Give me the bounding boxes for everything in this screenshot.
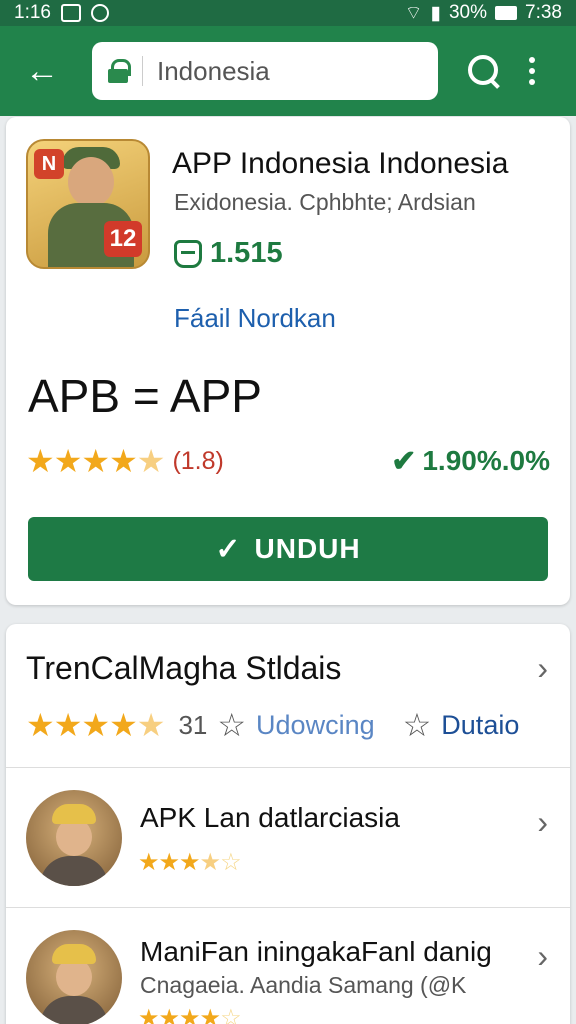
star-half-icon: ★	[199, 849, 221, 876]
star-filled-icon: ★	[158, 849, 180, 876]
section-header[interactable]: TrenCalMagha Stldais › ★ ★ ★ ★ ★ 31 ☆ Udowci…	[6, 624, 570, 768]
star-filled-icon: ★	[199, 1005, 221, 1024]
verified-text: 1.90%.0%	[422, 445, 550, 476]
related-apps-card: TrenCalMagha Stldais › ★ ★ ★ ★ ★ 31 ☆ Udowci…	[6, 624, 570, 1024]
star-filled-icon: ★	[53, 707, 83, 743]
check-icon: ✓	[215, 532, 241, 566]
tab-details[interactable]: Dutaio	[441, 710, 519, 741]
search-icon[interactable]	[462, 49, 506, 93]
section-title: TrenCalMagha Stldais	[26, 650, 342, 686]
url-field[interactable]: Indonesia	[92, 42, 438, 100]
more-vert-icon[interactable]	[520, 49, 544, 93]
star-outline-icon: ☆	[217, 707, 247, 743]
icon-badge-12: 12	[104, 221, 142, 257]
star-filled-icon: ★	[109, 707, 138, 743]
chevron-right-icon[interactable]: ›	[537, 650, 548, 687]
verified-badge: ✔ 1.90%.0%	[391, 444, 550, 479]
status-time-right: 7:38	[525, 2, 562, 23]
lock-icon	[108, 59, 131, 83]
section-count: 31	[178, 709, 208, 740]
star-empty-icon: ☆	[220, 1005, 241, 1024]
item-rating-stars: ★★★★☆	[138, 1004, 242, 1024]
tab-upcoming[interactable]: Udowcing	[256, 710, 375, 741]
star-filled-icon: ★	[26, 707, 55, 743]
app-notification-icon	[90, 4, 109, 22]
install-button[interactable]: ✓ UNDUH	[28, 517, 548, 581]
star-filled-icon: ★	[138, 1005, 159, 1024]
star-filled-icon: ★	[158, 1005, 180, 1024]
item-title: APK Lan datlarciasia	[140, 802, 400, 833]
app-detail-card: N 12 APP Indonesia Indonesia Exidonesia.…	[6, 117, 570, 605]
app-size: 1.515	[210, 237, 283, 269]
url-text: Indonesia	[157, 55, 270, 86]
url-divider	[142, 56, 143, 86]
item-rating-stars: ★★★★☆	[138, 848, 242, 877]
status-time-left: 1:16	[14, 2, 51, 23]
developer-link[interactable]: Fáail Nordkan	[174, 303, 336, 334]
star-filled-icon: ★	[179, 849, 200, 876]
section-rating-stars: ★ ★ ★ ★ ★	[26, 706, 166, 744]
item-subtitle: Cnagaeia. Aandia Samang (@K	[140, 972, 467, 998]
app-bar: ← Indonesia	[0, 26, 576, 116]
avatar	[26, 790, 122, 886]
star-filled-icon: ★	[53, 443, 83, 479]
size-row: 1.515	[174, 237, 283, 270]
rating-value: (1.8)	[172, 446, 224, 475]
battery-icon	[495, 6, 518, 20]
chevron-right-icon[interactable]: ›	[537, 938, 548, 975]
list-item[interactable]: APK Lan datlarciasia ★★★★☆ ›	[6, 768, 570, 908]
star-half-icon: ★	[136, 707, 166, 743]
install-label: UNDUH	[254, 533, 361, 564]
app-title: APP Indonesia Indonesia	[172, 147, 509, 180]
star-filled-icon: ★	[81, 443, 110, 479]
avatar	[26, 930, 122, 1024]
chevron-right-icon[interactable]: ›	[537, 804, 548, 841]
star-filled-icon: ★	[26, 443, 55, 479]
star-filled-icon: ★	[81, 707, 110, 743]
icon-badge-n: N	[34, 149, 64, 179]
section-stats: ★ ★ ★ ★ ★ 31 ☆ Udowcing ☆ Dutaio	[26, 706, 519, 744]
storage-icon	[174, 239, 202, 268]
rating-row: ★ ★ ★ ★ ★ (1.8) ✔ 1.90%.0%	[26, 441, 550, 481]
signal-icon: ▮	[430, 2, 441, 24]
app-icon: N 12	[26, 139, 150, 269]
star-filled-icon: ★	[179, 1005, 200, 1024]
wifi-icon: ⌔	[404, 3, 423, 24]
star-filled-icon: ★	[138, 849, 159, 876]
app-rating-stars: ★ ★ ★ ★ ★	[26, 442, 166, 480]
back-arrow-icon[interactable]: ←	[14, 43, 70, 99]
list-item[interactable]: ManiFan iningakaFanl danig Cnagaeia. Aan…	[6, 908, 570, 1024]
battery-percent: 30%	[448, 2, 488, 23]
star-half-icon: ★	[136, 443, 166, 479]
status-bar: 1:16 ⌔ ▮ 30% 7:38	[0, 0, 576, 26]
message-notification-icon	[60, 4, 81, 22]
star-filled-icon: ★	[109, 443, 138, 479]
app-subtitle: Exidonesia. Cphbhte; Ardsian	[174, 189, 476, 215]
star-outline-icon: ☆	[402, 707, 432, 743]
verified-check-icon: ✔	[391, 444, 417, 478]
item-title: ManiFan iningakaFanl danig	[140, 936, 492, 967]
star-empty-icon: ☆	[220, 849, 241, 876]
app-big-title: APB = APP	[28, 370, 262, 422]
